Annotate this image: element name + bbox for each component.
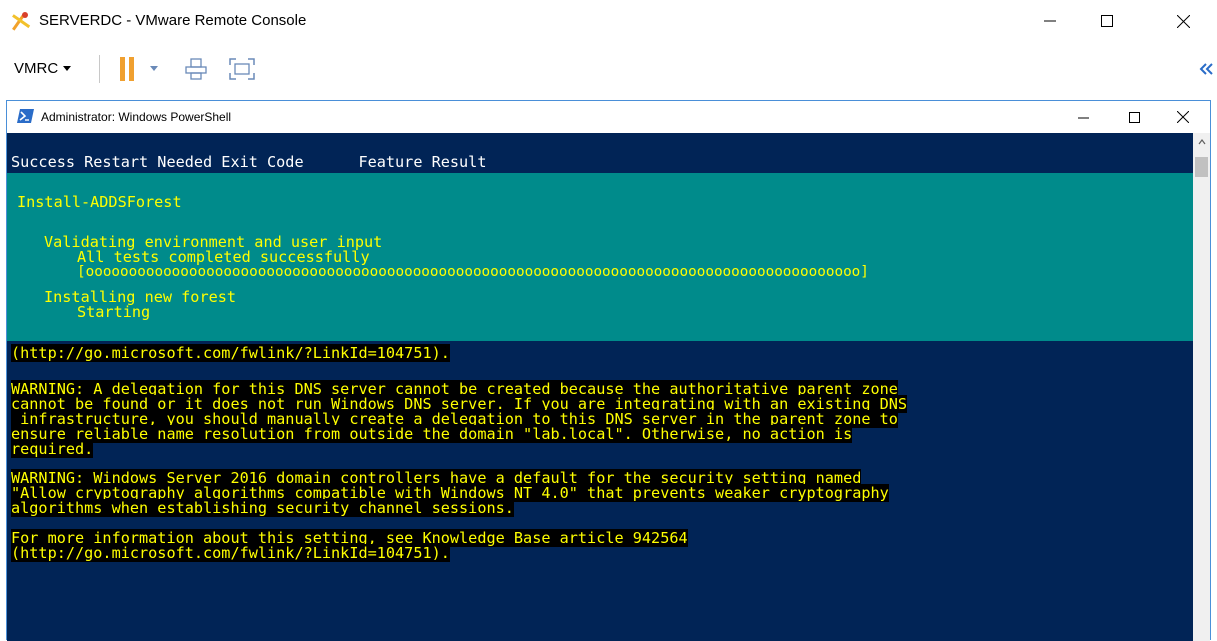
scroll-up-button[interactable] (1193, 133, 1210, 150)
window-title: SERVERDC - VMware Remote Console (39, 12, 307, 29)
progress-bar: [ooooooooooooooooooooooooooooooooooooooo… (77, 264, 869, 280)
collapse-double-chevron-icon (1199, 63, 1213, 75)
vmrc-title-bar: SERVERDC - VMware Remote Console (0, 0, 1217, 42)
fullscreen-button[interactable] (228, 56, 256, 82)
vmrc-toolbar: VMRC (0, 42, 1217, 94)
toolbar-separator (99, 55, 100, 83)
minimize-icon (1077, 117, 1089, 118)
powershell-maximize-button[interactable] (1111, 101, 1157, 133)
progress-detail-2: Starting (77, 303, 151, 321)
console-line: (http://go.microsoft.com/fwlink/?LinkId=… (11, 344, 450, 362)
collapse-toolbar-button[interactable] (1198, 56, 1214, 82)
pause-button[interactable] (116, 56, 138, 82)
send-ctrl-alt-del-button[interactable] (183, 56, 209, 82)
console-output[interactable]: Success Restart Needed Exit Code Feature… (7, 133, 1193, 641)
close-icon (1177, 111, 1189, 123)
vmrc-menu-button[interactable]: VMRC (14, 60, 72, 77)
powershell-window: Administrator: Windows PowerShell Succes… (6, 100, 1211, 641)
powershell-minimize-button[interactable] (1060, 101, 1106, 133)
vertical-scrollbar[interactable] (1193, 133, 1210, 641)
console-header-line: Success Restart Needed Exit Code Feature… (11, 153, 487, 171)
warning-line: ensure reliable name resolution from out… (11, 425, 853, 443)
maximize-icon (1101, 15, 1113, 27)
close-icon (1176, 14, 1190, 28)
minimize-icon (1044, 20, 1056, 22)
powershell-title-bar: Administrator: Windows PowerShell (7, 101, 1210, 133)
powershell-close-button[interactable] (1160, 101, 1206, 133)
progress-activity: Install-ADDSForest (17, 193, 182, 211)
progress-panel: Install-ADDSForest Validating environmen… (7, 173, 1193, 341)
power-options-dropdown[interactable] (146, 56, 162, 82)
pause-icon (120, 57, 134, 81)
progress-detail: All tests completed successfully (77, 248, 370, 266)
maximize-button[interactable] (1084, 0, 1130, 42)
maximize-icon (1128, 111, 1140, 123)
send-ctrl-alt-del-icon (185, 58, 207, 80)
warning-line: algorithms when establishing security ch… (11, 499, 514, 517)
fullscreen-icon (229, 58, 255, 80)
powershell-title: Administrator: Windows PowerShell (41, 110, 232, 124)
scrollbar-thumb[interactable] (1195, 157, 1208, 177)
dropdown-arrow-icon (150, 66, 158, 71)
vmware-remote-console-icon (9, 10, 31, 32)
powershell-icon (17, 109, 34, 123)
close-button[interactable] (1160, 0, 1206, 42)
warning-line: required. (11, 440, 94, 458)
vmrc-menu-label: VMRC (14, 60, 59, 77)
chevron-down-icon (63, 65, 72, 71)
info-line: (http://go.microsoft.com/fwlink/?LinkId=… (11, 544, 450, 562)
minimize-button[interactable] (1027, 0, 1073, 42)
chevron-up-icon (1198, 138, 1205, 144)
